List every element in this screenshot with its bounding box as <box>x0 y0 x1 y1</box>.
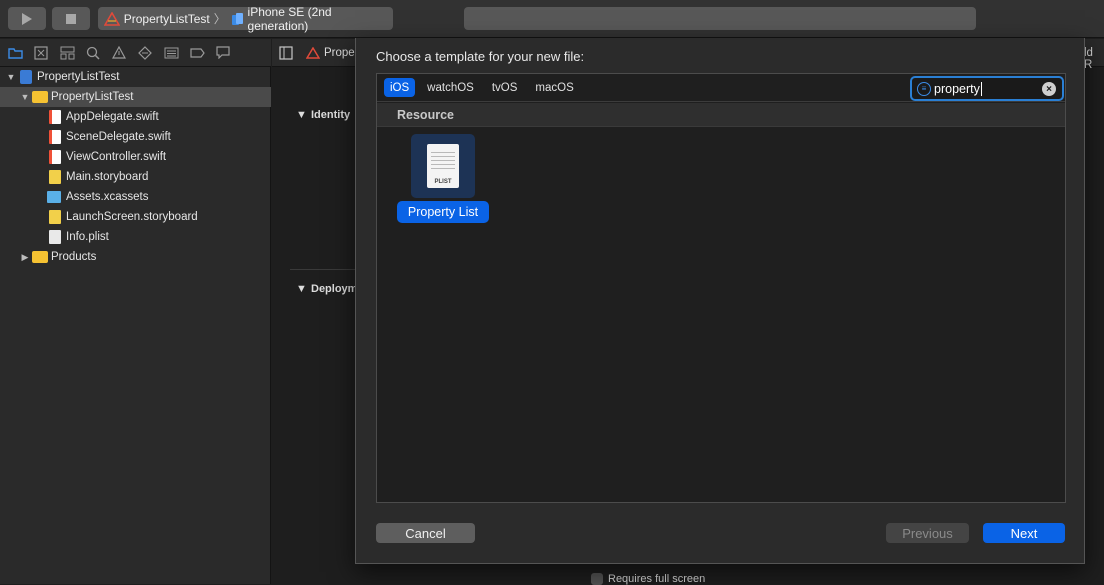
tree-row-label: Main.storyboard <box>66 171 149 183</box>
tree-row-file[interactable]: LaunchScreen.storyboard <box>0 207 271 227</box>
swift-file-icon <box>49 130 61 144</box>
project-navigator: ▼ PropertyListTest ▼ PropertyListTest Ap… <box>0 67 271 584</box>
issue-icon[interactable] <box>111 45 127 61</box>
checkbox-box[interactable] <box>591 573 603 585</box>
breakpoint-icon[interactable] <box>189 45 205 61</box>
stop-button[interactable] <box>52 7 90 30</box>
template-filter-field[interactable]: ≡ property × <box>910 76 1064 101</box>
source-control-icon[interactable] <box>33 45 49 61</box>
dialog-title: Choose a template for your new file: <box>376 49 585 64</box>
tree-row-file[interactable]: SceneDelegate.swift <box>0 127 271 147</box>
tab-tvos[interactable]: tvOS <box>486 78 524 97</box>
tab-ios[interactable]: iOS <box>384 78 416 97</box>
platform-tabs: iOS watchOS tvOS macOS ≡ property × <box>377 74 1065 102</box>
tree-row-label: PropertyListTest <box>37 71 120 83</box>
tree-row-file[interactable]: AppDelegate.swift <box>0 107 271 127</box>
filter-icon: ≡ <box>917 81 931 96</box>
cancel-button[interactable]: Cancel <box>376 523 475 543</box>
template-label: Property List <box>397 201 489 223</box>
jump-bar-right-item: ld R <box>1084 47 1093 71</box>
text-cursor <box>980 81 982 96</box>
tree-row-group[interactable]: ▶ Products <box>0 247 271 267</box>
tree-row-label: AppDelegate.swift <box>66 111 159 123</box>
disclosure-open-icon[interactable]: ▼ <box>6 72 16 82</box>
tab-macos[interactable]: macOS <box>529 78 579 97</box>
swift-file-icon <box>49 110 61 124</box>
new-file-dialog: Choose a template for your new file: iOS… <box>355 38 1085 564</box>
project-file-icon <box>20 70 32 84</box>
stop-icon <box>66 13 76 24</box>
tree-row-label: ViewController.swift <box>66 151 167 163</box>
previous-button[interactable]: Previous <box>886 523 969 543</box>
swift-file-icon <box>49 150 61 164</box>
folder-icon <box>32 251 48 263</box>
tree-row-file[interactable]: ViewController.swift <box>0 147 271 167</box>
tree-row-file[interactable]: Main.storyboard <box>0 167 271 187</box>
storyboard-file-icon <box>49 210 61 224</box>
debug-icon[interactable] <box>163 45 179 61</box>
storyboard-file-icon <box>49 170 61 184</box>
identity-section-title: Identity <box>311 109 351 121</box>
tree-row-label: Info.plist <box>66 231 109 243</box>
scheme-selector[interactable]: PropertyListTest 〉 iPhone SE (2nd genera… <box>98 4 393 33</box>
plist-template-icon: PLIST <box>411 134 475 198</box>
xcode-project-icon <box>306 47 320 59</box>
deployment-section-title: Deploym <box>311 283 358 295</box>
tree-row-label: SceneDelegate.swift <box>66 131 171 143</box>
tree-row-label: LaunchScreen.storyboard <box>66 211 198 223</box>
sidebar-toggle-icon[interactable] <box>279 46 293 60</box>
plist-icon-text: PLIST <box>434 179 452 185</box>
disclosure-open-icon[interactable]: ▼ <box>296 109 307 121</box>
next-button[interactable]: Next <box>983 523 1065 543</box>
tree-row-label: PropertyListTest <box>51 91 134 103</box>
test-icon[interactable] <box>137 45 153 61</box>
tree-row-project[interactable]: ▼ PropertyListTest <box>0 67 271 87</box>
hierarchy-icon[interactable] <box>59 45 75 61</box>
asset-catalog-icon <box>47 191 61 203</box>
device-icon <box>231 12 243 25</box>
toolbar: PropertyListTest 〉 iPhone SE (2nd genera… <box>0 0 1104 38</box>
report-icon[interactable] <box>215 45 231 61</box>
tree-row-label: Products <box>51 251 97 263</box>
section-header-resource: Resource <box>377 103 1065 127</box>
tree-row-file[interactable]: Assets.xcassets <box>0 187 271 207</box>
navigator-bar <box>0 39 271 67</box>
jump-bar-item[interactable]: Prope <box>324 47 355 59</box>
plist-file-icon <box>49 230 61 244</box>
disclosure-open-icon[interactable]: ▼ <box>296 283 307 295</box>
disclosure-open-icon[interactable]: ▼ <box>20 92 30 102</box>
template-property-list[interactable]: PLIST Property List <box>397 132 489 224</box>
template-panel: iOS watchOS tvOS macOS ≡ property × Reso… <box>376 73 1066 503</box>
tree-row-label: Assets.xcassets <box>66 191 149 203</box>
requires-full-screen-checkbox[interactable]: Requires full screen <box>591 573 705 585</box>
tab-watchos[interactable]: watchOS <box>421 78 480 97</box>
find-icon[interactable] <box>85 45 101 61</box>
activity-viewer <box>464 7 976 30</box>
tree-row-file[interactable]: Info.plist <box>0 227 271 247</box>
chevron-right-icon: 〉 <box>213 12 226 26</box>
play-icon <box>22 12 32 25</box>
filter-value[interactable]: property <box>934 82 980 96</box>
folder-icon <box>32 91 48 103</box>
scheme-device-label: iPhone SE (2nd generation) <box>247 4 332 33</box>
checkbox-label: Requires full screen <box>608 573 706 585</box>
disclosure-closed-icon[interactable]: ▶ <box>20 252 30 262</box>
folder-icon[interactable] <box>7 45 23 61</box>
scheme-project-label: PropertyListTest <box>123 11 210 26</box>
run-button[interactable] <box>8 7 46 30</box>
xcode-project-icon <box>104 11 120 26</box>
tree-row-group[interactable]: ▼ PropertyListTest <box>0 87 271 107</box>
clear-icon[interactable]: × <box>1042 82 1056 96</box>
